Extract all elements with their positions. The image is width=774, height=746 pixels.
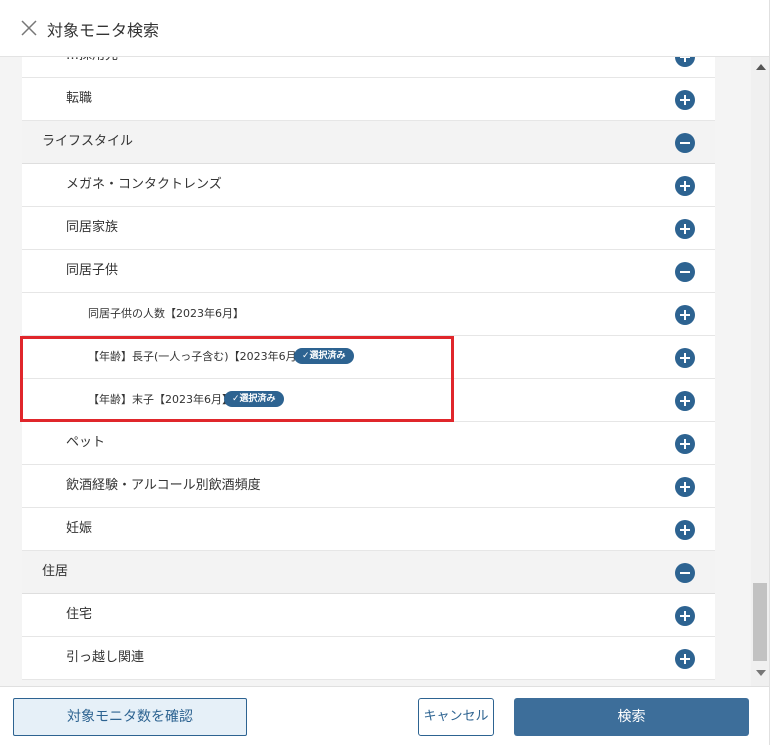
category-item-row[interactable]: 【年齢】長子(一人っ子含む)【2023年6月】 ✓選択済み [22, 336, 715, 379]
vertical-scrollbar[interactable] [751, 57, 769, 686]
expand-plus-icon[interactable] [675, 305, 695, 325]
expand-plus-icon[interactable] [675, 348, 695, 368]
category-item-row[interactable]: 妊娠 [22, 508, 715, 551]
expand-plus-icon[interactable] [675, 90, 695, 110]
expand-plus-icon[interactable] [675, 606, 695, 626]
cancel-button[interactable]: キャンセル [418, 698, 494, 736]
category-label: 【年齢】長子(一人っ子含む)【2023年6月】 [88, 350, 308, 363]
category-label: 同居子供の人数【2023年6月】 [88, 307, 244, 320]
expand-plus-icon[interactable] [675, 391, 695, 411]
expand-plus-icon[interactable] [675, 520, 695, 540]
filter-category-list: …採用先転職ライフスタイルメガネ・コンタクトレンズ同居家族同居子供同居子供の人数… [22, 57, 715, 680]
expand-plus-icon[interactable] [675, 477, 695, 497]
expand-plus-icon[interactable] [675, 434, 695, 454]
category-item-row[interactable]: …採用先 [22, 57, 715, 78]
scroll-up-arrow-icon[interactable] [756, 64, 766, 70]
collapse-minus-icon[interactable] [675, 563, 695, 583]
close-icon[interactable] [20, 19, 38, 37]
category-label: 同居家族 [66, 220, 119, 235]
category-label: ライフスタイル [42, 134, 134, 149]
category-item-row[interactable]: ペット [22, 422, 715, 465]
category-item-row[interactable]: 住宅 [22, 594, 715, 637]
dialog-header: 対象モニタ検索 [0, 0, 769, 57]
category-group-row[interactable]: ライフスタイル [22, 121, 715, 164]
category-label: 引っ越し関連 [66, 650, 145, 665]
category-label: 同居子供 [66, 263, 119, 278]
expand-plus-icon[interactable] [675, 649, 695, 669]
dialog-footer: 対象モニタ数を確認 キャンセル 検索 [0, 686, 769, 746]
selected-badge: ✓選択済み [224, 391, 284, 407]
category-label: ペット [66, 435, 106, 450]
scrollbar-thumb[interactable] [753, 583, 767, 661]
category-label: 住宅 [66, 607, 93, 622]
category-label: 妊娠 [66, 521, 93, 536]
category-label: …採用先 [66, 57, 118, 77]
category-label: 転職 [66, 91, 93, 106]
category-item-row[interactable]: 同居子供 [22, 250, 715, 293]
collapse-minus-icon[interactable] [675, 133, 695, 153]
scroll-down-arrow-icon[interactable] [756, 670, 766, 676]
category-item-row[interactable]: 転職 [22, 78, 715, 121]
category-label: 住居 [42, 564, 69, 579]
category-item-row[interactable]: 同居子供の人数【2023年6月】 [22, 293, 715, 336]
collapse-minus-icon[interactable] [675, 262, 695, 282]
dialog-title: 対象モニタ検索 [47, 21, 160, 40]
category-item-row[interactable]: 【年齢】末子【2023年6月】 ✓選択済み [22, 379, 715, 422]
expand-plus-icon[interactable] [675, 219, 695, 239]
confirm-monitor-count-button[interactable]: 対象モニタ数を確認 [13, 698, 247, 736]
expand-plus-icon[interactable] [675, 57, 695, 67]
category-item-row[interactable]: 同居家族 [22, 207, 715, 250]
category-item-row[interactable]: 飲酒経験・アルコール別飲酒頻度 [22, 465, 715, 508]
category-item-row[interactable]: 引っ越し関連 [22, 637, 715, 680]
category-label: メガネ・コンタクトレンズ [66, 177, 222, 192]
category-label: 【年齢】末子【2023年6月】 [88, 393, 233, 406]
window-edge [769, 0, 774, 745]
category-group-row[interactable]: 住居 [22, 551, 715, 594]
category-label: 飲酒経験・アルコール別飲酒頻度 [66, 478, 261, 493]
category-item-row[interactable]: メガネ・コンタクトレンズ [22, 164, 715, 207]
selected-badge: ✓選択済み [294, 348, 354, 364]
search-button[interactable]: 検索 [514, 698, 749, 736]
filter-list-scroll-area[interactable]: …採用先転職ライフスタイルメガネ・コンタクトレンズ同居家族同居子供同居子供の人数… [0, 57, 769, 686]
expand-plus-icon[interactable] [675, 176, 695, 196]
